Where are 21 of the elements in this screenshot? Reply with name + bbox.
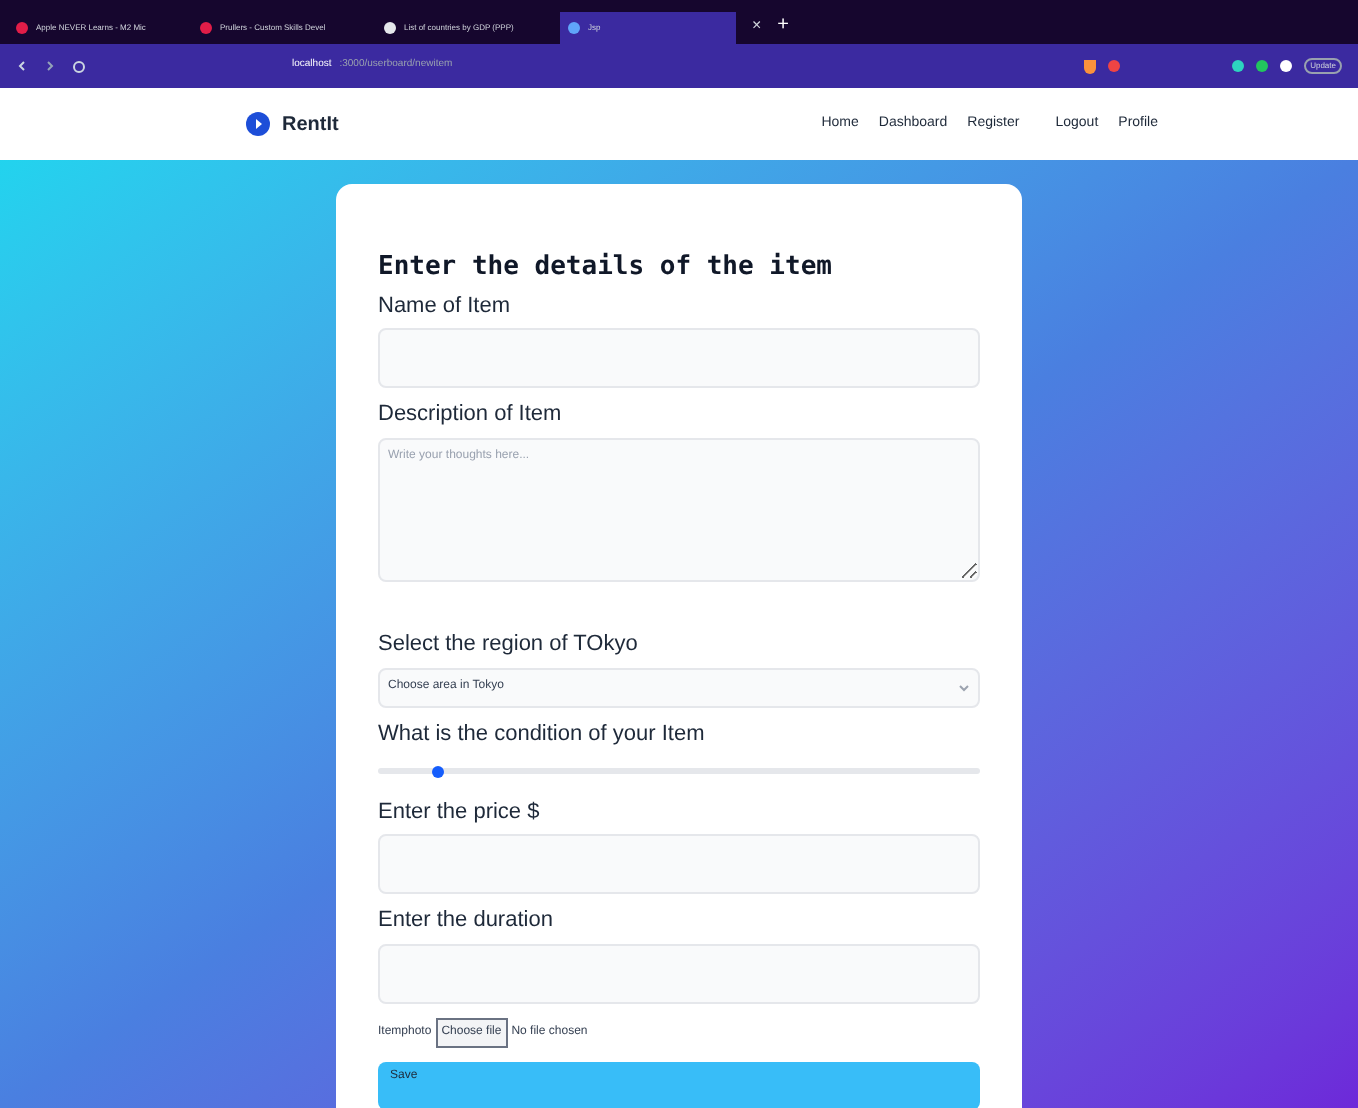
field-label: Name of Item — [378, 293, 513, 321]
form-title: Enter the details of the item — [378, 250, 834, 286]
condition-slider[interactable] — [378, 765, 980, 777]
input-field[interactable] — [378, 944, 980, 1004]
reload-icon[interactable] — [72, 59, 86, 73]
brand-name[interactable]: RentIt — [282, 109, 339, 139]
field-label: Enter the price $ — [378, 799, 542, 827]
new-tab-icon[interactable]: + — [777, 10, 790, 40]
field-label: Description of Item — [378, 402, 564, 430]
shield-icon[interactable] — [1084, 59, 1097, 73]
logo-icon — [246, 112, 270, 136]
input-field[interactable] — [378, 834, 980, 895]
chevron-down-icon — [958, 683, 970, 692]
slider-thumb[interactable] — [432, 765, 445, 777]
input-field[interactable] — [378, 328, 980, 389]
field-label: Enter the duration — [378, 908, 555, 936]
back-icon[interactable] — [16, 60, 28, 72]
field-label: What is the condition of your Item — [378, 721, 707, 749]
close-tab-icon[interactable]: × — [752, 14, 762, 38]
forward-icon[interactable] — [44, 60, 56, 72]
field-label: Select the region of TOkyo — [378, 632, 640, 660]
